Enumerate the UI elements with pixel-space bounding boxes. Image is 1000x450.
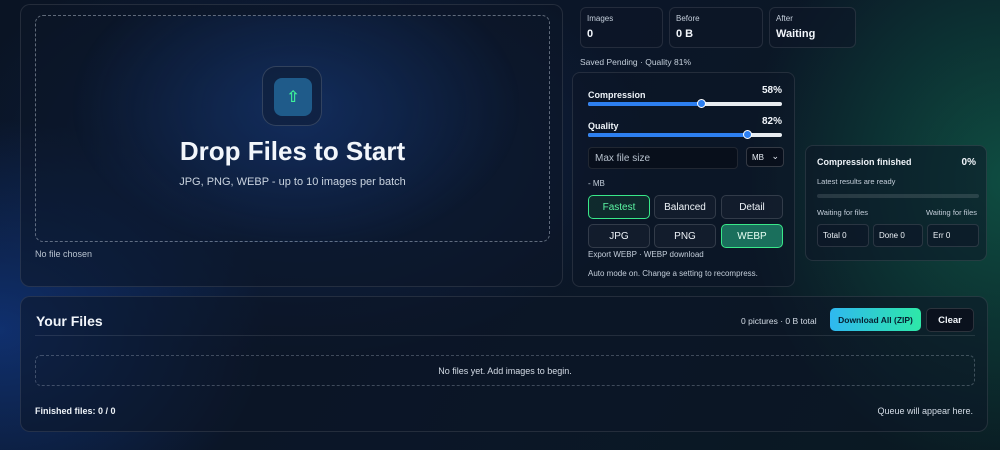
dropzone[interactable]: ⇧ Drop Files to Start JPG, PNG, WEBP - u… bbox=[35, 15, 550, 242]
compression-label: Compression bbox=[588, 90, 646, 100]
quality-value: 82% bbox=[761, 116, 782, 127]
quality-slider-thumb[interactable] bbox=[743, 130, 753, 139]
settings-panel: Compression 58% Quality 82% MB ⌄ - MB Fa… bbox=[572, 72, 795, 287]
export-note: Export WEBP · WEBP download bbox=[588, 250, 704, 259]
stat-before-value: 0 B bbox=[676, 28, 694, 40]
progress-bar bbox=[817, 194, 979, 198]
format-jpg-button[interactable]: JPG bbox=[588, 224, 650, 248]
stat-after-label: After bbox=[776, 14, 793, 23]
size-note: - MB bbox=[588, 179, 605, 188]
stat-after-value: Waiting bbox=[776, 28, 816, 40]
finished-files-count: Finished files: 0 / 0 bbox=[35, 406, 116, 416]
upload-arrow-icon: ⇧ bbox=[274, 78, 312, 116]
stat-images: Images 0 bbox=[580, 7, 663, 48]
quality-slider-row: Quality 82% bbox=[588, 116, 782, 139]
error-count: Err 0 bbox=[927, 224, 979, 247]
mode-fastest-button[interactable]: Fastest bbox=[588, 195, 650, 219]
saved-quality-line: Saved Pending · Quality 81% bbox=[580, 57, 692, 67]
quality-slider-fill bbox=[588, 133, 748, 137]
progress-percent: 0% bbox=[961, 157, 976, 168]
dropzone-title: Drop Files to Start bbox=[179, 136, 406, 166]
waiting-status-left: Waiting for files bbox=[817, 208, 868, 217]
stat-before-label: Before bbox=[676, 14, 700, 23]
done-count: Done 0 bbox=[873, 224, 923, 247]
file-chosen-status: No file chosen bbox=[35, 249, 93, 259]
files-count: 0 pictures · 0 B total bbox=[741, 316, 817, 326]
mode-detail-button[interactable]: Detail bbox=[721, 195, 783, 219]
clear-button[interactable]: Clear bbox=[926, 308, 974, 332]
unit-select[interactable]: MB ⌄ bbox=[746, 147, 784, 167]
files-panel: Your Files 0 pictures · 0 B total Downlo… bbox=[20, 296, 988, 432]
compression-value: 58% bbox=[761, 85, 782, 96]
empty-files-message: No files yet. Add images to begin. bbox=[35, 355, 975, 386]
auto-mode-note: Auto mode on. Change a setting to recomp… bbox=[588, 269, 758, 278]
stat-images-value: 0 bbox=[587, 28, 594, 40]
queue-note: Queue will appear here. bbox=[877, 406, 973, 416]
progress-title: Compression finished bbox=[817, 157, 912, 167]
stat-before: Before 0 B bbox=[669, 7, 763, 48]
compression-slider[interactable] bbox=[588, 99, 782, 108]
upload-icon-box: ⇧ bbox=[262, 66, 322, 126]
unit-select-value: MB bbox=[752, 153, 764, 162]
compression-slider-fill bbox=[588, 102, 701, 106]
max-file-size-input[interactable] bbox=[588, 147, 738, 169]
stat-after: After Waiting bbox=[769, 7, 856, 48]
format-webp-button[interactable]: WEBP bbox=[721, 224, 783, 248]
quality-label: Quality bbox=[588, 121, 619, 131]
quality-slider[interactable] bbox=[588, 130, 782, 139]
upload-panel: ⇧ Drop Files to Start JPG, PNG, WEBP - u… bbox=[20, 4, 563, 287]
format-png-button[interactable]: PNG bbox=[654, 224, 716, 248]
compression-slider-thumb[interactable] bbox=[696, 99, 706, 108]
progress-subtitle: Latest results are ready bbox=[817, 177, 896, 186]
mode-balanced-button[interactable]: Balanced bbox=[654, 195, 716, 219]
download-all-zip-button[interactable]: Download All (ZIP) bbox=[830, 308, 921, 331]
files-divider bbox=[35, 335, 975, 336]
waiting-status-right: Waiting for files bbox=[926, 208, 977, 217]
compression-slider-row: Compression 58% bbox=[588, 85, 782, 108]
files-title: Your Files bbox=[36, 313, 103, 329]
dropzone-subtitle: JPG, PNG, WEBP - up to 10 images per bat… bbox=[179, 176, 406, 188]
progress-panel: Compression finished 0% Latest results a… bbox=[805, 145, 987, 261]
stat-images-label: Images bbox=[587, 14, 614, 23]
chevron-down-icon: ⌄ bbox=[771, 151, 779, 161]
total-count: Total 0 bbox=[817, 224, 869, 247]
